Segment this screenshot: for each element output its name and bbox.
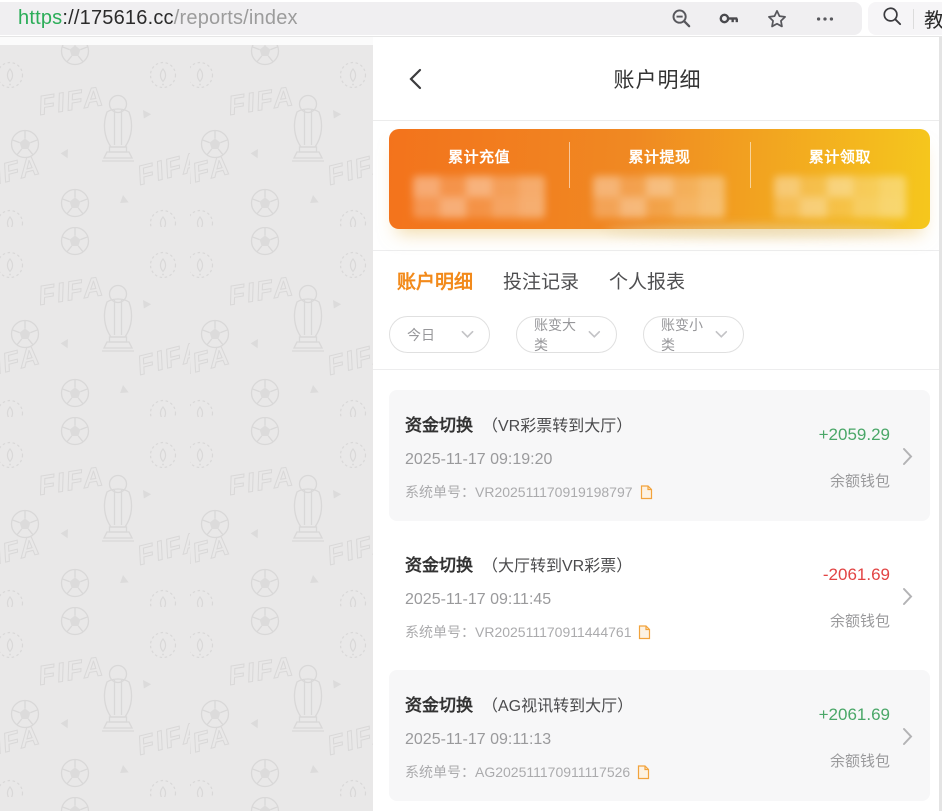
tab-account-detail[interactable]: 账户明细 bbox=[397, 267, 473, 303]
url-domain: 175616.cc bbox=[80, 7, 174, 29]
tab-bar: 账户明细 投注记录 个人报表 bbox=[373, 251, 942, 303]
summary-label: 累计领取 bbox=[809, 146, 871, 167]
record-order-label: 系统单号： bbox=[405, 482, 475, 502]
fifa-watermark-background: FIFA bbox=[0, 37, 373, 811]
record-type: 资金切换 bbox=[405, 691, 473, 716]
summary-col-recharge: 累计充值 bbox=[389, 129, 569, 229]
chevron-down-icon bbox=[461, 330, 474, 339]
record-row[interactable]: 资金切换 （AG视讯转到大厅） 2025-11-17 09:11:13 系统单号… bbox=[389, 670, 930, 801]
page-header: 账户明细 bbox=[373, 37, 942, 121]
record-amount: +2059.29 bbox=[819, 425, 890, 445]
record-order-no: VR202511170911444761 bbox=[475, 624, 631, 640]
page-url: https://175616.cc/reports/index bbox=[18, 7, 298, 30]
filter-label: 今日 bbox=[407, 325, 435, 345]
search-divider bbox=[913, 9, 914, 29]
chevron-right-icon[interactable] bbox=[890, 587, 924, 606]
record-wallet: 余额钱包 bbox=[830, 470, 890, 491]
browser-toolbar: https://175616.cc/reports/index 教 bbox=[0, 0, 942, 37]
redacted-value bbox=[774, 176, 906, 218]
bookmark-star-icon[interactable] bbox=[766, 8, 788, 30]
chevron-down-icon bbox=[588, 330, 601, 339]
summary-label: 累计提现 bbox=[628, 146, 690, 167]
chevron-right-icon[interactable] bbox=[890, 727, 924, 746]
record-amount: -2061.69 bbox=[823, 565, 890, 585]
tab-bet-records[interactable]: 投注记录 bbox=[503, 267, 579, 303]
url-separator: :// bbox=[62, 7, 79, 29]
record-type: 资金切换 bbox=[405, 411, 473, 436]
record-detail: （AG视讯转到大厅） bbox=[482, 692, 633, 716]
page-title: 账户明细 bbox=[614, 64, 702, 94]
filter-minor-category-dropdown[interactable]: 账变小类 bbox=[643, 316, 744, 353]
url-path: /reports/index bbox=[174, 7, 298, 29]
back-button[interactable] bbox=[403, 66, 429, 92]
redacted-value bbox=[413, 176, 545, 218]
record-time: 2025-11-17 09:11:13 bbox=[405, 731, 819, 749]
more-dots-icon[interactable] bbox=[814, 8, 836, 30]
copy-icon[interactable] bbox=[637, 765, 650, 780]
fifa-pattern-svg: FIFA bbox=[0, 37, 373, 811]
tab-label: 个人报表 bbox=[609, 267, 685, 303]
summary-col-claim: 累计领取 bbox=[750, 129, 930, 229]
record-order-label: 系统单号： bbox=[405, 622, 475, 642]
record-wallet: 余额钱包 bbox=[830, 750, 890, 771]
chevron-down-icon bbox=[715, 330, 728, 339]
record-row[interactable]: 资金切换 （VR彩票转到大厅） 2025-11-17 09:19:20 系统单号… bbox=[389, 390, 930, 521]
filter-label: 账变大类 bbox=[534, 315, 588, 355]
account-detail-panel: 账户明细 累计充值 累计提现 累计领取 账户明细 bbox=[373, 37, 942, 811]
url-protocol: https bbox=[18, 7, 62, 29]
record-type: 资金切换 bbox=[405, 551, 473, 576]
summary-card: 累计充值 累计提现 累计领取 bbox=[389, 129, 930, 229]
chevron-right-icon[interactable] bbox=[890, 447, 924, 466]
record-detail: （VR彩票转到大厅） bbox=[482, 412, 632, 436]
record-time: 2025-11-17 09:11:45 bbox=[405, 591, 823, 609]
record-list: 资金切换 （VR彩票转到大厅） 2025-11-17 09:19:20 系统单号… bbox=[373, 370, 942, 801]
record-order-no: VR202511170919198797 bbox=[475, 484, 633, 500]
record-amount: +2061.69 bbox=[819, 705, 890, 725]
summary-col-withdraw: 累计提现 bbox=[569, 129, 749, 229]
copy-icon[interactable] bbox=[640, 485, 653, 500]
key-icon[interactable] bbox=[718, 8, 740, 30]
redacted-value bbox=[593, 176, 725, 218]
search-icon bbox=[882, 6, 903, 32]
filter-bar: 今日 账变大类 账变小类 bbox=[373, 303, 942, 353]
copy-icon[interactable] bbox=[638, 625, 651, 640]
tab-label: 账户明细 bbox=[397, 267, 473, 303]
tab-personal-report[interactable]: 个人报表 bbox=[609, 267, 685, 303]
filter-major-category-dropdown[interactable]: 账变大类 bbox=[516, 316, 617, 353]
filter-label: 账变小类 bbox=[661, 315, 715, 355]
filter-date-dropdown[interactable]: 今日 bbox=[389, 316, 490, 353]
record-wallet: 余额钱包 bbox=[830, 610, 890, 631]
zoom-out-icon[interactable] bbox=[670, 8, 692, 30]
record-detail: （大厅转到VR彩票） bbox=[482, 552, 632, 576]
tab-label: 投注记录 bbox=[503, 267, 579, 303]
summary-label: 累计充值 bbox=[448, 146, 510, 167]
record-row[interactable]: 资金切换 （大厅转到VR彩票） 2025-11-17 09:11:45 系统单号… bbox=[389, 530, 930, 661]
record-time: 2025-11-17 09:19:20 bbox=[405, 451, 819, 469]
record-order-label: 系统单号： bbox=[405, 762, 475, 782]
search-bar-text: 教 bbox=[924, 4, 942, 33]
record-order-no: AG202511170911117526 bbox=[475, 764, 630, 780]
browser-search-bar[interactable]: 教 bbox=[868, 2, 942, 35]
